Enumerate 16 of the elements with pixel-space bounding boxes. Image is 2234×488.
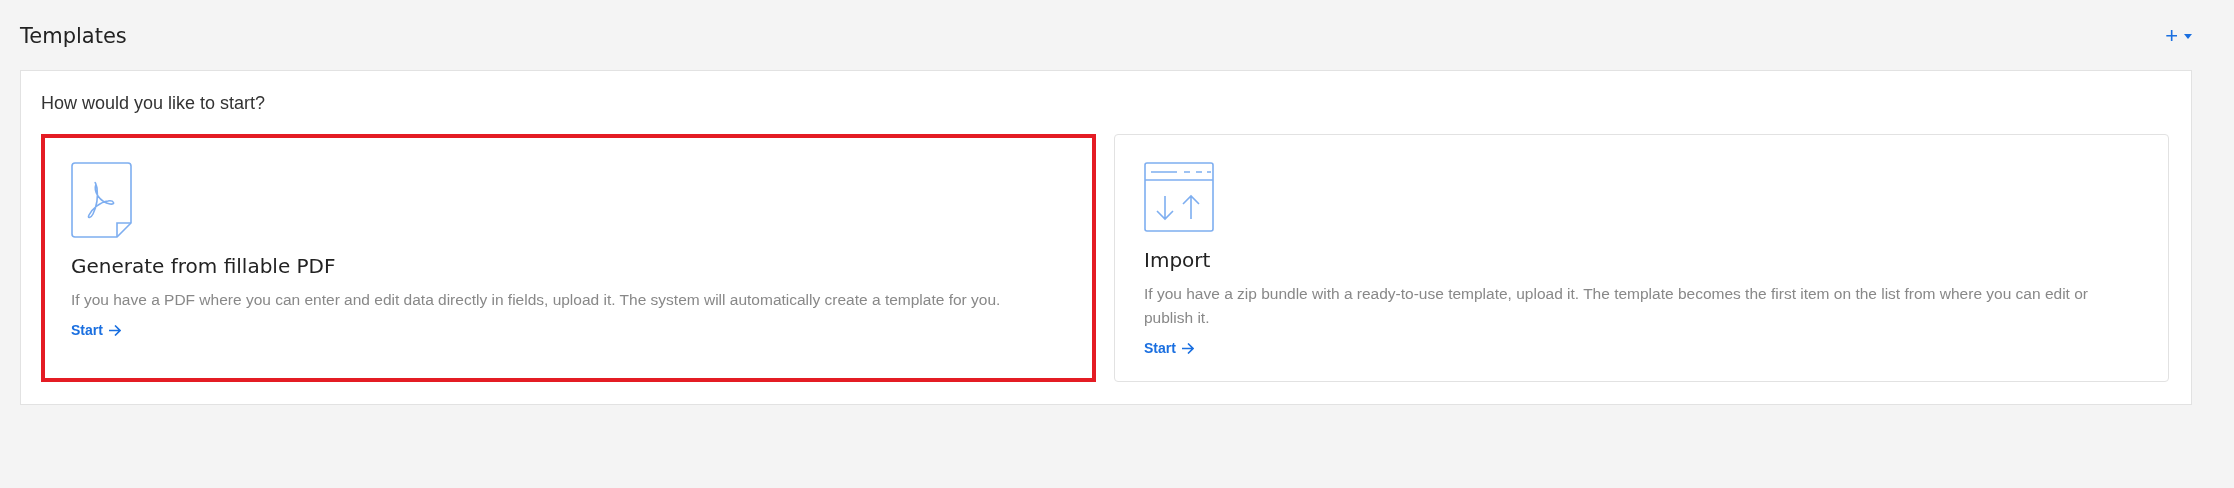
option-description: If you have a PDF where you can enter and edit data directly in fields, upload it. The system will automatically create a template for you. [71,290,1001,310]
option-card[interactable]: Import If you have a zip bundle with a ready-to-use template, upload it. The template becomes the first item on the list from where you can edit or publish it. Start [1114,134,2169,382]
option-description: If you have a zip bundle with a ready-to-use template, upload it. The template becomes the first item on the list from where you can edit or publish it. [1144,284,2089,328]
page-title: Templates [20,24,127,48]
start-link[interactable]: Start [71,322,121,338]
start-link[interactable]: Start [1144,340,1194,356]
pdf-file-icon [71,162,133,238]
caret-icon [2184,33,2192,39]
add-button[interactable]: + [2165,23,2214,49]
option-card[interactable]: Generate from fillable PDF If you have a PDF where you can enter and edit data directly in fields, upload it. The system will automatically create a template for you. Start [41,134,1096,382]
import-window-icon [1144,162,1214,232]
arrow-right-icon [108,324,121,336]
option-title: Generate from fillable PDF [71,254,336,278]
option-title: Import [1144,248,1211,272]
arrow-right-icon [1181,342,1194,354]
start-prompt: How would you like to start? [41,93,267,114]
